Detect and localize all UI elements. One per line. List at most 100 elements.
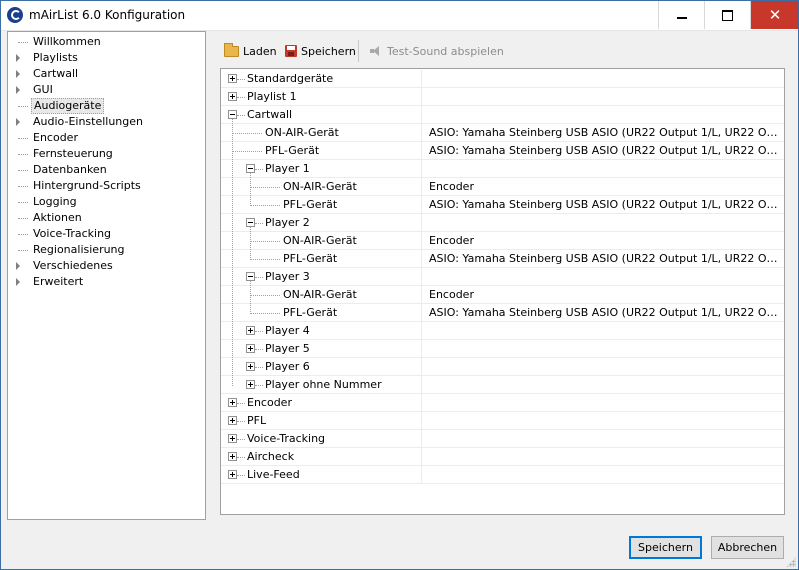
nav-item[interactable]: Cartwall [8,66,205,82]
tree-row-name: ON-AIR-Gerät [283,180,357,193]
collapse-icon[interactable] [246,218,255,227]
folder-open-icon [224,42,239,57]
nav-item[interactable]: Fernsteuerung [8,146,205,162]
tree-row-value[interactable]: ASIO: Yamaha Steinberg USB ASIO (UR22 Ou… [429,306,779,319]
tree-row[interactable]: Player 6 [221,358,784,376]
tree-row[interactable]: Player 5 [221,340,784,358]
nav-item[interactable]: Hintergrund-Scripts [8,178,205,194]
tree-row-name: Aircheck [247,450,295,463]
tree-connector [237,115,245,116]
collapse-icon[interactable] [246,164,255,173]
tree-row-name: Player 5 [265,342,310,355]
tree-row[interactable]: Player 2 [221,214,784,232]
collapse-icon[interactable] [228,110,237,119]
expand-icon[interactable] [246,344,255,353]
audio-device-tree-grid[interactable]: Standardgeräte Playlist 1 Cartwall ON-AIR-G… [220,68,785,515]
nav-item[interactable]: Logging [8,194,205,210]
tree-row[interactable]: Live-Feed [221,466,784,484]
nav-item[interactable]: Erweitert [8,274,205,290]
column-divider [421,196,422,214]
tree-row[interactable]: Player 1 [221,160,784,178]
expand-icon[interactable] [246,380,255,389]
chevron-right-icon[interactable] [16,278,20,286]
tree-row[interactable]: ON-AIR-Gerät ASIO: Yamaha Steinberg USB A… [221,124,784,142]
nav-item[interactable]: Aktionen [8,210,205,226]
expand-icon[interactable] [228,74,237,83]
expand-icon[interactable] [246,362,255,371]
tree-row-value[interactable]: Encoder [429,234,779,247]
tree-row-name: PFL-Gerät [283,198,338,211]
title-bar[interactable]: mAirList 6.0 Konfiguration ✕ [1,1,798,31]
cancel-button[interactable]: Abbrechen [711,536,784,559]
tree-row[interactable]: ON-AIR-Gerät Encoder [221,286,784,304]
tree-row[interactable]: Player 3 [221,268,784,286]
expand-icon[interactable] [246,326,255,335]
tree-row[interactable]: PFL-Gerät ASIO: Yamaha Steinberg USB ASIO… [221,196,784,214]
expand-icon[interactable] [228,398,237,407]
nav-item[interactable]: GUI [8,82,205,98]
tree-row-name: Live-Feed [247,468,300,481]
expand-icon[interactable] [228,452,237,461]
minimize-button[interactable] [658,1,704,29]
tree-row-value[interactable]: Encoder [429,288,779,301]
tree-row[interactable]: Player ohne Nummer [221,376,784,394]
expand-icon[interactable] [228,92,237,101]
save-button[interactable]: Speichern [629,536,702,559]
expand-icon[interactable] [228,470,237,479]
window-title: mAirList 6.0 Konfiguration [29,8,186,22]
tree-row[interactable]: PFL-Gerät ASIO: Yamaha Steinberg USB ASIO… [221,250,784,268]
tree-row[interactable]: Standardgeräte [221,70,784,88]
resize-grip-icon[interactable] [786,557,796,567]
tree-row[interactable]: PFL-Gerät ASIO: Yamaha Steinberg USB ASIO… [221,304,784,322]
chevron-right-icon[interactable] [16,262,20,270]
chevron-right-icon[interactable] [16,70,20,78]
nav-item[interactable]: Audiogeräte [8,98,205,114]
tree-row-value[interactable]: ASIO: Yamaha Steinberg USB ASIO (UR22 Ou… [429,252,779,265]
column-divider [421,232,422,250]
collapse-icon[interactable] [246,272,255,281]
tree-row-value[interactable]: ASIO: Yamaha Steinberg USB ASIO (UR22 Ou… [429,126,779,139]
nav-item[interactable]: Willkommen [8,34,205,50]
close-button[interactable]: ✕ [750,1,798,29]
tree-row-name: Player 3 [265,270,310,283]
tree-row[interactable]: Player 4 [221,322,784,340]
chevron-right-icon[interactable] [16,86,20,94]
tree-row[interactable]: ON-AIR-Gerät Encoder [221,178,784,196]
nav-item[interactable]: Regionalisierung [8,242,205,258]
tree-connector [18,106,28,107]
tree-row[interactable]: ON-AIR-Gerät Encoder [221,232,784,250]
nav-item-label: Audio-Einstellungen [33,115,144,128]
tree-row[interactable]: Cartwall [221,106,784,124]
tree-row[interactable]: Aircheck [221,448,784,466]
nav-item[interactable]: Audio-Einstellungen [8,114,205,130]
tree-row[interactable]: Voice-Tracking [221,430,784,448]
tree-row-name: Player ohne Nummer [265,378,382,391]
tree-row[interactable]: Playlist 1 [221,88,784,106]
chevron-right-icon[interactable] [16,54,20,62]
column-divider [421,358,422,376]
tree-row[interactable]: PFL-Gerät ASIO: Yamaha Steinberg USB ASIO… [221,142,784,160]
tree-row[interactable]: Encoder [221,394,784,412]
chevron-right-icon[interactable] [16,118,20,126]
tree-row-value[interactable]: ASIO: Yamaha Steinberg USB ASIO (UR22 Ou… [429,198,779,211]
column-divider [421,250,422,268]
column-divider [421,430,422,448]
nav-item[interactable]: Encoder [8,130,205,146]
load-button[interactable]: Laden [224,41,277,61]
maximize-button[interactable] [704,1,750,29]
column-divider [421,160,422,178]
nav-item[interactable]: Playlists [8,50,205,66]
nav-item[interactable]: Voice-Tracking [8,226,205,242]
test-sound-button[interactable]: Test-Sound abspielen [369,41,504,61]
save-toolbar-button[interactable]: Speichern [285,41,356,61]
nav-item[interactable]: Verschiedenes [8,258,205,274]
settings-nav-tree[interactable]: Willkommen Playlists Cartwall GUI Audiogerät… [7,31,206,520]
expand-icon[interactable] [228,416,237,425]
tree-row-name: Cartwall [247,108,293,121]
tree-row-value[interactable]: ASIO: Yamaha Steinberg USB ASIO (UR22 Ou… [429,144,779,157]
nav-item[interactable]: Datenbanken [8,162,205,178]
expand-icon[interactable] [228,434,237,443]
tree-row[interactable]: PFL [221,412,784,430]
tree-row-value[interactable]: Encoder [429,180,779,193]
column-divider [421,106,422,124]
